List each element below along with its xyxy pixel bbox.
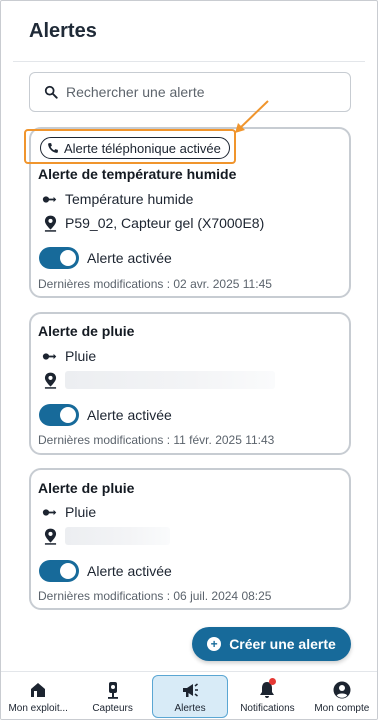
redacted-location — [65, 527, 170, 545]
location-pin-icon — [41, 527, 59, 545]
page-title: Alertes — [29, 20, 97, 42]
header-divider — [13, 61, 365, 62]
nav-label: Alertes — [174, 702, 206, 714]
alert-type-row: Pluie — [41, 503, 96, 521]
alert-type: Température humide — [65, 191, 194, 207]
alert-type: Pluie — [65, 348, 97, 364]
account-icon — [333, 681, 351, 698]
nav-item-mon-exploitation[interactable]: Mon exploit... — [1, 672, 75, 719]
alert-enabled-toggle[interactable] — [39, 247, 79, 269]
alert-type-row: Température humide — [41, 190, 193, 208]
plus-icon: + — [207, 637, 222, 651]
nav-item-notifications[interactable]: Notifications — [230, 672, 304, 719]
highlight-annotation-box — [24, 129, 236, 164]
alert-modified: Dernières modifications : 11 févr. 2025 … — [38, 433, 275, 447]
location-pin-icon — [41, 371, 59, 389]
nav-label: Capteurs — [92, 702, 133, 714]
alert-toggle-row: Alerte activée — [39, 247, 172, 269]
nav-item-mon-compte[interactable]: Mon compte — [305, 672, 377, 719]
alert-toggle-label: Alerte activée — [87, 407, 172, 423]
alert-location-row — [41, 527, 170, 545]
megaphone-icon — [183, 682, 199, 697]
alert-type: Pluie — [65, 504, 97, 520]
alert-toggle-label: Alerte activée — [87, 563, 172, 579]
location-pin-icon — [41, 214, 59, 232]
alert-card[interactable]: Alerte de pluie Pluie Alerte activée Der… — [29, 312, 351, 455]
alert-location: P59_02, Capteur gel (X7000E8) — [65, 215, 265, 231]
home-icon — [31, 682, 46, 697]
alert-enabled-toggle[interactable] — [39, 404, 79, 426]
alert-card[interactable]: Alerte de pluie Pluie Alerte activée Der… — [29, 468, 351, 610]
key-icon — [41, 190, 59, 208]
alert-location-row — [41, 371, 275, 389]
nav-item-capteurs[interactable]: Capteurs — [75, 672, 149, 719]
search-bar[interactable] — [29, 72, 351, 112]
create-alert-label: Créer une alerte — [229, 636, 336, 652]
nav-label: Mon exploit... — [8, 702, 68, 714]
bottom-navigation: Mon exploit... Capteurs Alertes Notifica… — [1, 671, 377, 719]
alert-toggle-row: Alerte activée — [39, 560, 172, 582]
annotation-arrow-icon — [235, 100, 269, 133]
alert-enabled-toggle[interactable] — [39, 560, 79, 582]
key-icon — [41, 347, 59, 365]
app-screen: Alertes Alerte téléphonique activée Aler… — [0, 0, 378, 720]
search-input[interactable] — [66, 84, 336, 100]
nav-item-alertes[interactable]: Alertes — [151, 675, 229, 718]
alert-modified: Dernières modifications : 02 avr. 2025 1… — [38, 277, 272, 291]
redacted-location — [65, 371, 275, 389]
nav-label: Mon compte — [314, 702, 370, 714]
alert-modified: Dernières modifications : 06 juil. 2024 … — [38, 589, 272, 603]
create-alert-button[interactable]: + Créer une alerte — [192, 627, 351, 661]
alert-title: Alerte de pluie — [38, 323, 135, 339]
key-icon — [41, 503, 59, 521]
search-icon — [44, 85, 58, 99]
nav-label: Notifications — [240, 702, 295, 714]
alert-toggle-row: Alerte activée — [39, 404, 172, 426]
alert-toggle-label: Alerte activée — [87, 250, 172, 266]
alert-type-row: Pluie — [41, 347, 96, 365]
alert-title: Alerte de pluie — [38, 480, 135, 496]
sensor-icon — [107, 681, 118, 699]
alert-title: Alerte de température humide — [38, 166, 237, 182]
alert-location-row: P59_02, Capteur gel (X7000E8) — [41, 214, 264, 232]
